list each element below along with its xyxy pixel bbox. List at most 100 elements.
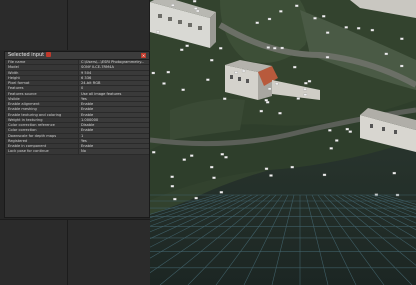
camera-marker[interactable] [156,30,160,34]
camera-marker[interactable] [293,65,297,69]
camera-marker[interactable] [370,28,375,32]
panel-divider [67,0,68,50]
camera-marker[interactable] [329,147,333,150]
camera-marker[interactable] [194,196,198,200]
camera-marker[interactable] [303,88,307,91]
camera-marker[interactable] [190,154,194,157]
camera-marker[interactable] [400,37,404,40]
camera-marker[interactable] [220,153,224,156]
camera-marker[interactable] [266,46,270,49]
property-value[interactable]: C:\Users\...\ESRI Photogrammetry... [79,60,149,65]
camera-marker[interactable] [392,171,396,175]
camera-marker[interactable] [267,87,272,91]
property-value[interactable]: SONY ILCE-7RM4A [79,65,149,70]
camera-marker[interactable] [384,52,388,56]
property-value[interactable]: Enable [79,102,149,107]
camera-marker[interactable] [185,44,189,47]
property-key: Downscale for depth maps [6,133,79,138]
property-value[interactable]: 6 336 [79,75,149,80]
scene-render[interactable] [150,0,416,285]
camera-marker[interactable] [264,167,269,170]
property-value[interactable]: 1.000000 [79,117,149,122]
property-key: Lock pose for continue [6,149,79,154]
camera-marker[interactable] [304,82,308,85]
camera-marker[interactable] [241,69,246,73]
camera-marker[interactable] [212,176,216,179]
camera-marker[interactable] [162,82,166,85]
camera-marker[interactable] [259,109,263,113]
camera-marker[interactable] [223,97,227,100]
camera-marker[interactable] [173,197,177,201]
camera-marker[interactable] [322,15,326,18]
camera-marker[interactable] [170,175,174,178]
camera-marker[interactable] [313,17,317,20]
camera-marker[interactable] [400,64,404,68]
property-key: Pixel format [6,81,79,86]
camera-marker[interactable] [194,7,198,10]
3d-viewport[interactable] [150,0,416,285]
camera-marker[interactable] [325,56,330,59]
property-value[interactable]: Disable [79,123,149,128]
camera-marker[interactable] [265,101,270,104]
property-value[interactable]: 1 [79,133,149,138]
selected-input-inspector: Selected input × File name C:\Users\...\E… [4,51,150,265]
camera-marker[interactable] [344,26,348,29]
camera-marker[interactable] [295,4,299,7]
property-key: Width [6,70,79,75]
camera-marker[interactable] [280,46,284,50]
camera-marker[interactable] [273,47,277,50]
property-value[interactable]: Enable [79,112,149,117]
camera-marker[interactable] [151,71,155,75]
camera-marker[interactable] [166,70,170,74]
camera-marker[interactable] [290,165,294,169]
camera-marker[interactable] [325,31,330,34]
camera-marker[interactable] [322,173,327,177]
property-key: Enable meshing [6,107,79,112]
camera-marker[interactable] [181,88,185,91]
camera-marker[interactable] [348,130,352,133]
camera-marker[interactable] [307,80,312,83]
camera-marker[interactable] [269,174,273,177]
property-row[interactable]: Lock pose for continue No [6,149,149,155]
camera-marker[interactable] [192,0,197,3]
camera-marker[interactable] [328,129,332,132]
camera-marker[interactable] [303,93,308,96]
property-value[interactable]: 24-bit RGB [79,81,149,86]
camera-marker[interactable] [210,59,214,62]
camera-marker[interactable] [152,151,156,154]
camera-marker[interactable] [219,191,224,194]
camera-marker[interactable] [275,82,279,86]
property-value[interactable]: Enable [79,107,149,112]
property-value[interactable]: No [79,149,149,154]
property-value[interactable]: Enable [79,128,149,133]
property-value[interactable]: Use all image features [79,91,149,96]
property-value[interactable]: 9 504 [79,70,149,75]
camera-marker[interactable] [210,165,214,169]
camera-marker[interactable] [278,112,282,115]
camera-marker[interactable] [219,47,223,50]
camera-marker[interactable] [335,139,339,142]
camera-marker[interactable] [345,127,349,131]
camera-marker[interactable] [196,9,200,13]
camera-marker[interactable] [171,4,175,7]
camera-marker[interactable] [255,21,259,24]
property-value[interactable]: Enable [79,144,149,149]
camera-marker[interactable] [182,158,186,161]
camera-marker[interactable] [267,17,272,21]
property-value[interactable]: Yes [79,138,149,143]
property-key: File name [6,60,79,65]
property-key: Color correction reference [6,123,79,128]
inspector-title: Selected input [8,52,52,59]
camera-marker[interactable] [224,156,228,159]
camera-marker[interactable] [180,48,184,51]
camera-marker[interactable] [356,27,361,30]
property-value[interactable]: Yes [79,96,149,101]
camera-marker[interactable] [206,78,210,81]
property-value[interactable]: 0 [79,86,149,91]
camera-marker[interactable] [264,99,268,102]
camera-marker[interactable] [170,185,175,188]
camera-marker[interactable] [234,71,238,74]
close-button[interactable]: × [141,53,146,58]
camera-marker[interactable] [279,10,283,13]
camera-marker[interactable] [296,97,300,100]
